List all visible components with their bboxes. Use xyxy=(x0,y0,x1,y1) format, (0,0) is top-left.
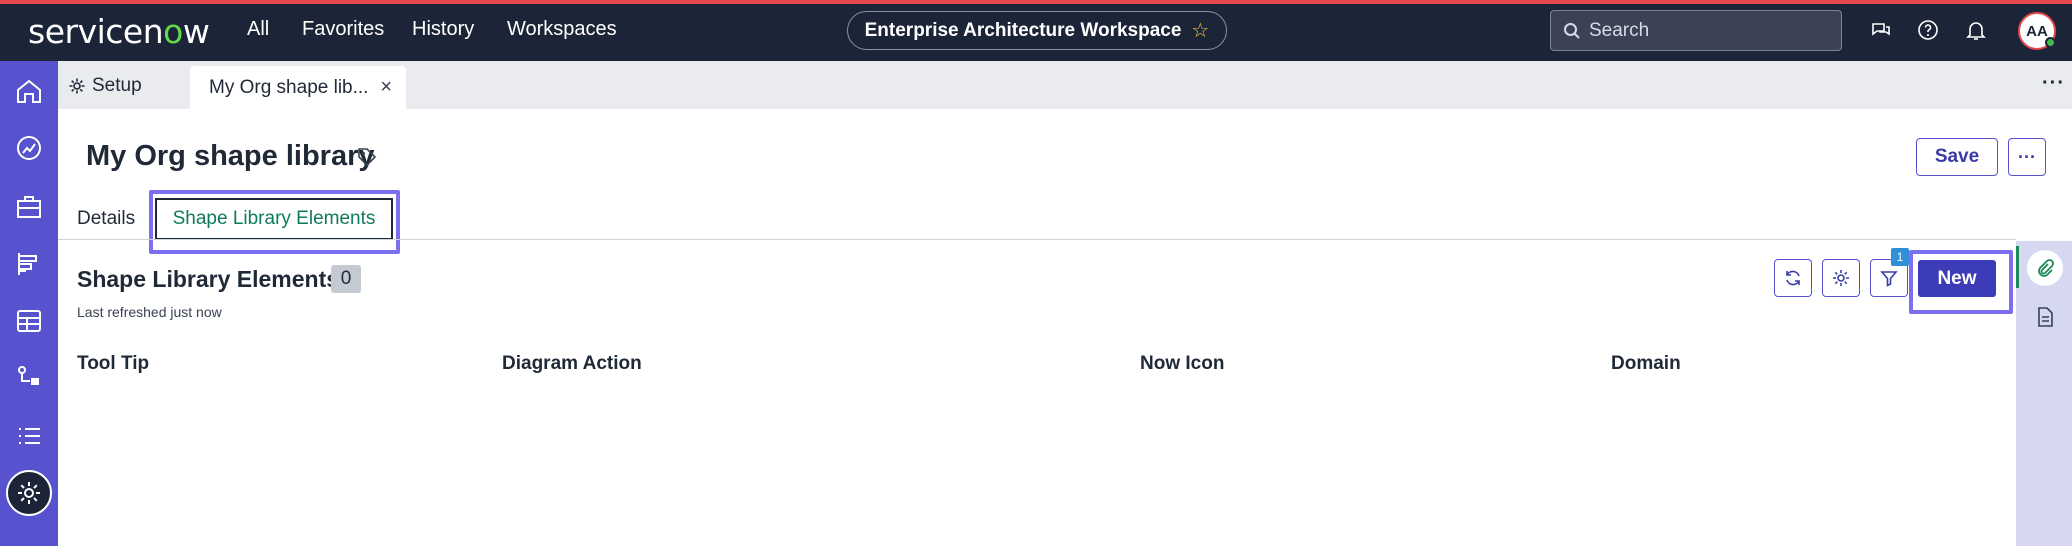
related-list-title: Shape Library Elements xyxy=(77,266,340,292)
refresh-button[interactable] xyxy=(1774,259,1812,297)
column-header-tool-tip[interactable]: Tool Tip xyxy=(77,353,149,375)
new-button[interactable]: New xyxy=(1918,260,1996,297)
close-icon[interactable]: × xyxy=(380,76,392,99)
avatar[interactable]: AA xyxy=(2018,12,2056,50)
more-actions-button[interactable]: ··· xyxy=(2008,138,2046,176)
gear-icon xyxy=(69,78,85,94)
flow-icon[interactable] xyxy=(14,363,44,393)
global-search[interactable]: Search xyxy=(1550,10,1842,51)
tab-my-org-shape-library[interactable]: My Org shape lib... × xyxy=(190,66,406,109)
logo-text-o: o xyxy=(163,12,183,51)
help-icon[interactable] xyxy=(1916,18,1940,42)
list-settings-button[interactable] xyxy=(1822,259,1860,297)
roadmap-icon[interactable] xyxy=(14,249,44,279)
list-icon[interactable] xyxy=(14,421,44,451)
tab-active-label: My Org shape lib... xyxy=(209,76,369,98)
chat-icon[interactable] xyxy=(1869,18,1893,42)
database-icon[interactable] xyxy=(14,306,44,336)
active-indicator xyxy=(2016,246,2019,288)
search-placeholder: Search xyxy=(1589,19,1650,41)
star-icon[interactable]: ☆ xyxy=(1191,18,1209,43)
tab-setup-label: Setup xyxy=(92,75,142,96)
filter-count-badge: 1 xyxy=(1891,248,1909,266)
contextual-side-panel xyxy=(2016,241,2072,546)
page-title: My Org shape library xyxy=(86,140,375,172)
nav-all[interactable]: All xyxy=(247,18,269,41)
search-icon xyxy=(1564,22,1580,39)
logo-text-w: w xyxy=(182,12,210,51)
logo-text: servicen xyxy=(28,12,164,51)
nav-favorites[interactable]: Favorites xyxy=(302,18,384,41)
refresh-icon xyxy=(1786,270,1800,286)
gear-icon xyxy=(1833,270,1849,286)
column-header-diagram-action[interactable]: Diagram Action xyxy=(502,353,642,375)
attachments-button[interactable] xyxy=(2027,250,2063,286)
record-count-badge: 0 xyxy=(331,265,361,293)
servicenow-logo[interactable]: servicenow xyxy=(28,12,210,51)
workspace-pill[interactable]: Enterprise Architecture Workspace ☆ xyxy=(847,11,1227,50)
column-header-now-icon[interactable]: Now Icon xyxy=(1140,353,1224,375)
tag-icon[interactable] xyxy=(356,146,378,168)
bell-icon[interactable] xyxy=(1964,18,1988,42)
workspace-title: Enterprise Architecture Workspace xyxy=(864,19,1182,41)
settings-rail-button[interactable] xyxy=(6,470,52,516)
nav-workspaces[interactable]: Workspaces xyxy=(507,18,617,41)
last-refreshed-text: Last refreshed just now xyxy=(77,304,222,320)
left-rail xyxy=(0,61,58,546)
save-button[interactable]: Save xyxy=(1916,138,1998,176)
tab-divider xyxy=(58,239,2016,240)
home-icon[interactable] xyxy=(14,76,44,106)
nav-history[interactable]: History xyxy=(412,18,474,41)
briefcase-icon[interactable] xyxy=(14,192,44,222)
tab-shape-library-elements[interactable]: Shape Library Elements xyxy=(153,196,395,242)
tab-setup[interactable]: Setup xyxy=(68,75,142,97)
dashboard-icon[interactable] xyxy=(14,133,44,163)
tab-overflow-menu[interactable]: ··· xyxy=(2042,72,2065,95)
presence-dot xyxy=(2045,37,2056,48)
paperclip-icon xyxy=(2038,259,2054,277)
tab-details[interactable]: Details xyxy=(77,208,135,230)
avatar-initials: AA xyxy=(2026,22,2048,40)
top-navigation-bar: servicenow All Favorites History Workspa… xyxy=(0,0,2072,61)
settings-icon xyxy=(18,482,40,504)
column-header-domain[interactable]: Domain xyxy=(1611,353,1681,375)
filter-icon xyxy=(1880,271,1898,287)
document-icon[interactable] xyxy=(2035,306,2055,328)
